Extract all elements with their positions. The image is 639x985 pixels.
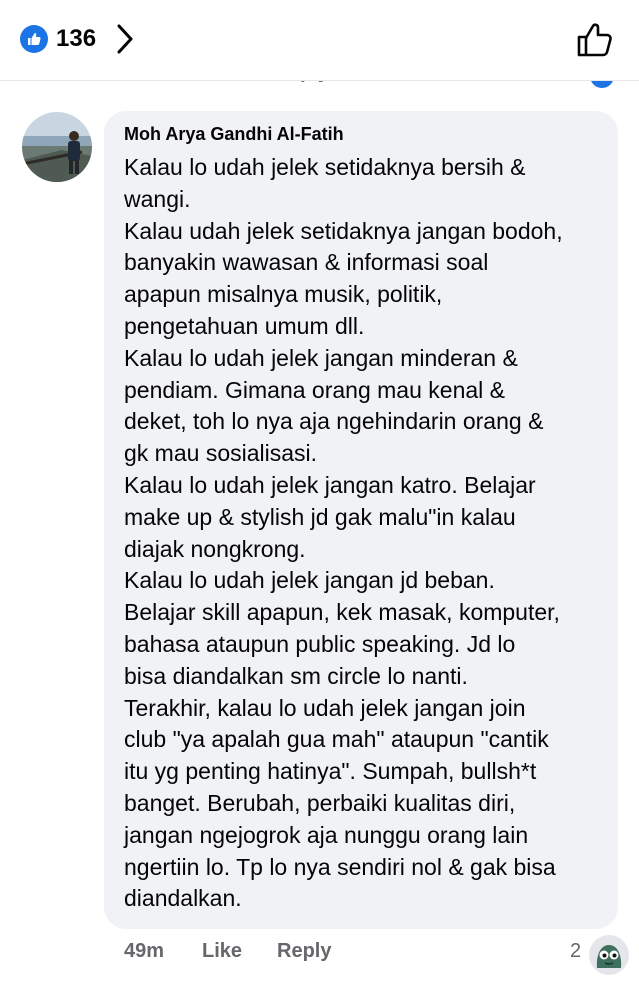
comment-time[interactable]: 49m xyxy=(124,940,164,963)
care-reaction-icon[interactable] xyxy=(588,934,630,976)
thumbs-up-outline-icon[interactable] xyxy=(574,20,614,60)
comments-header: 136 xyxy=(0,0,639,81)
avatar[interactable] xyxy=(22,112,92,182)
chevron-right-icon[interactable] xyxy=(114,22,136,56)
like-count[interactable]: 136 xyxy=(56,25,96,53)
like-button[interactable]: Like xyxy=(202,940,242,963)
reply-button[interactable]: Reply xyxy=(277,940,331,963)
like-icon[interactable] xyxy=(20,25,48,53)
comment-author[interactable]: Moh Arya Gandhi Al-Fatih xyxy=(124,124,344,145)
comment-text: Kalau lo udah jelek setidaknya bersih & … xyxy=(124,154,563,912)
reaction-count[interactable]: 2 xyxy=(570,940,581,963)
